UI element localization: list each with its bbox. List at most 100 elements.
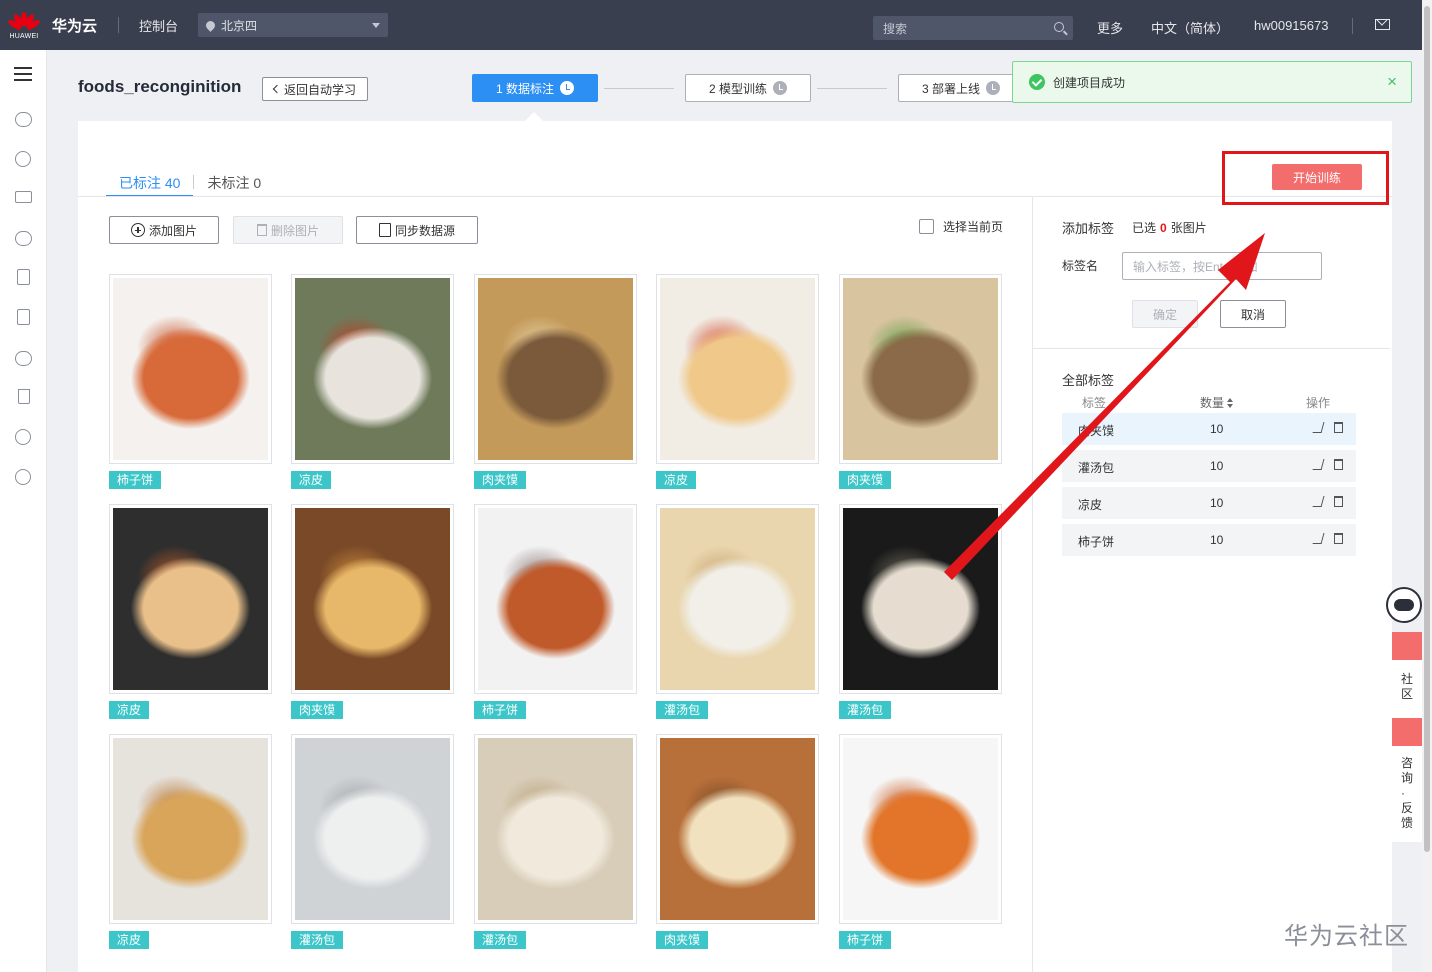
edit-icon[interactable] [1312,422,1325,433]
label-row[interactable]: 柿子饼 10 [1062,524,1356,556]
image-label-tag: 肉夹馍 [291,701,344,719]
image-thumbnail[interactable] [474,274,637,464]
trash-icon[interactable] [1334,496,1343,507]
image-label-tag: 凉皮 [291,471,332,489]
language-menu[interactable]: 中文（简体） [1151,18,1229,37]
label-row[interactable]: 灌汤包 10 [1062,450,1356,482]
success-toast: 创建项目成功 × [1012,61,1412,103]
image-thumbnail[interactable] [291,274,454,464]
image-thumbnail[interactable] [109,504,272,694]
community-link[interactable]: 社区 [1401,672,1415,702]
console-link[interactable]: 控制台 [139,16,178,35]
image-thumbnail[interactable] [109,734,272,924]
image-thumbnail[interactable] [474,734,637,924]
search-icon[interactable] [1054,22,1064,32]
image-label-tag: 灌汤包 [474,931,527,949]
tab-unlabeled[interactable]: 未标注 0 [194,173,274,197]
back-to-autolearn-button[interactable]: 返回自动学习 [262,77,368,101]
food-photo [113,278,268,460]
consult-feedback-link[interactable]: 咨询·反馈 [1401,756,1415,831]
select-current-page[interactable]: 选择当前页 [919,218,1003,235]
huawei-logo[interactable]: HUAWEI [0,0,48,50]
trash-icon[interactable] [1334,533,1343,544]
search-placeholder: 搜索 [883,21,908,36]
food-photo [478,508,633,690]
storage-icon[interactable] [15,231,32,246]
document-icon[interactable] [17,309,30,325]
edit-icon[interactable] [1312,533,1325,544]
image-label-tag: 肉夹馍 [474,471,527,489]
caret-down-icon [372,23,381,28]
chat-icon[interactable] [1392,718,1422,746]
toast-message: 创建项目成功 [1053,75,1126,90]
food-photo [295,738,450,920]
more-menu[interactable]: 更多 [1097,18,1123,37]
sort-icon[interactable] [1227,398,1234,408]
network-icon[interactable] [15,191,32,203]
image-thumbnail[interactable] [656,504,819,694]
search-input[interactable]: 搜索 [873,16,1073,40]
image-label-tag: 凉皮 [656,471,697,489]
label-name-input[interactable]: 输入标签，按Enter添加 [1122,252,1322,280]
tab-labeled[interactable]: 已标注 40 [106,173,194,197]
step-deploy[interactable]: 3 部署上线 [898,74,1024,102]
confirm-button[interactable]: 确定 [1132,300,1198,328]
scrollbar[interactable] [1422,0,1432,972]
cluster-icon[interactable] [15,151,31,167]
user-menu[interactable]: hw00915673 [1254,18,1328,33]
food-photo [113,508,268,690]
add-image-button[interactable]: 添加图片 [109,216,219,244]
select-page-checkbox[interactable] [919,219,934,234]
database-icon[interactable] [17,269,30,285]
image-label-tag: 柿子饼 [474,701,527,719]
community-icon[interactable] [1392,632,1422,660]
close-icon[interactable]: × [1387,73,1397,90]
edit-icon[interactable] [1312,459,1325,470]
label-tabs: 已标注 40 未标注 0 [106,173,274,197]
cloud-service-icon[interactable] [15,112,32,127]
label-row[interactable]: 凉皮 10 [1062,487,1356,519]
assistant-avatar-icon[interactable] [1386,587,1422,623]
cancel-button[interactable]: 取消 [1220,300,1286,328]
image-thumbnail[interactable] [474,504,637,694]
column-header-count[interactable]: 数量 [1200,394,1234,411]
region-selector[interactable]: 北京四 [198,13,389,37]
huawei-flower-icon [6,10,42,32]
deploy-icon[interactable] [18,389,30,404]
image-thumbnail[interactable] [839,504,1002,694]
label-row[interactable]: 肉夹馍 10 [1062,413,1356,445]
image-thumbnail[interactable] [656,274,819,464]
label-name: 凉皮 [1078,498,1103,512]
sync-datasource-button[interactable]: 同步数据源 [356,216,478,244]
food-photo [295,278,450,460]
image-thumbnail[interactable] [291,504,454,694]
floating-help-panel: 社区 咨询·反馈 [1392,632,1422,842]
image-thumbnail[interactable] [656,734,819,924]
trash-icon[interactable] [1334,459,1343,470]
scrollbar-thumb[interactable] [1424,6,1430,852]
plus-circle-icon [130,223,145,237]
brand-name[interactable]: 华为云 [52,15,118,36]
image-label-tag: 凉皮 [109,931,150,949]
cloud-icon[interactable] [15,351,32,366]
ip-icon[interactable] [15,469,31,485]
food-photo [295,508,450,690]
page-title: foods_reconginition [78,77,242,96]
step-model-training[interactable]: 2 模型训练 [685,74,811,102]
food-photo [660,738,815,920]
image-thumbnail[interactable] [109,274,272,464]
delete-image-button[interactable]: 删除图片 [233,216,343,244]
globe-icon[interactable] [15,429,31,445]
service-sidebar [0,50,47,972]
image-thumbnail[interactable] [839,274,1002,464]
step-data-labeling[interactable]: 1 数据标注 [472,74,598,102]
image-thumbnail[interactable] [839,734,1002,924]
mail-icon[interactable] [1375,19,1390,30]
label-name: 柿子饼 [1078,535,1115,549]
trash-icon[interactable] [1334,422,1343,433]
label-name: 肉夹馍 [1078,424,1115,438]
image-thumbnail[interactable] [291,734,454,924]
edit-icon[interactable] [1312,496,1325,507]
image-label-tag: 凉皮 [109,701,150,719]
menu-icon[interactable] [14,67,32,81]
